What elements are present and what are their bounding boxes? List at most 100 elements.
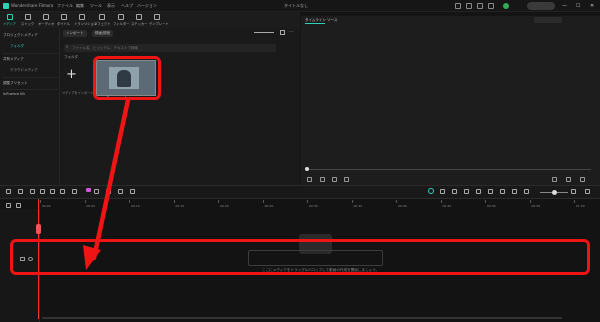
snapshot-icon[interactable] xyxy=(552,177,557,182)
search-icon: ⌕ xyxy=(66,45,69,50)
tool-template[interactable]: テンプレート xyxy=(149,13,169,28)
sidebar-item-influence-kit[interactable]: Influence Kit xyxy=(3,92,25,96)
tool-filter[interactable]: フィルター xyxy=(113,13,129,28)
tool-sticker[interactable]: ステッカー xyxy=(131,13,147,28)
next-frame-icon[interactable] xyxy=(332,177,337,182)
timeline-settings-icon[interactable] xyxy=(585,189,590,194)
login-button[interactable] xyxy=(527,2,555,10)
transition-icon xyxy=(78,14,85,20)
plus-icon[interactable]: + xyxy=(66,68,77,81)
minimize-button[interactable]: — xyxy=(562,0,567,12)
mixer-icon[interactable] xyxy=(500,189,505,194)
split-icon[interactable] xyxy=(60,189,65,194)
publish-icon[interactable] xyxy=(455,3,461,9)
tool-audio[interactable]: オーディオ xyxy=(38,13,54,28)
voiceover-icon[interactable] xyxy=(452,189,457,194)
ruler-tick-label: 01:00 xyxy=(576,204,585,208)
tab-source[interactable]: ソース xyxy=(327,18,337,23)
layout-icon[interactable] xyxy=(6,189,11,194)
search-input[interactable]: ファイル名、ビジュアル、テキストで検索 xyxy=(64,44,276,52)
filter-icon xyxy=(117,14,124,20)
sidebar-item-shared-media[interactable]: 共有メディア xyxy=(3,57,24,62)
menu-version[interactable]: バージョン xyxy=(137,0,157,12)
tool-title[interactable]: タイトル xyxy=(56,13,71,28)
speed-icon[interactable] xyxy=(106,189,111,194)
tool-effect[interactable]: エフェクト xyxy=(94,13,110,28)
preview-progress-bar[interactable] xyxy=(307,169,591,170)
render-icon[interactable] xyxy=(428,188,434,194)
import-button[interactable]: インポート xyxy=(63,30,87,37)
ruler-tick-mark xyxy=(529,200,531,203)
progress-knob[interactable] xyxy=(305,167,309,171)
close-button[interactable]: ✕ xyxy=(590,0,594,12)
ruler-tick-mark xyxy=(351,200,353,203)
crop-icon[interactable] xyxy=(94,189,99,194)
play-icon[interactable] xyxy=(320,177,325,182)
undo-icon[interactable] xyxy=(30,189,35,194)
stock-icon xyxy=(24,14,31,20)
redo-icon[interactable] xyxy=(40,189,45,194)
prev-frame-icon[interactable] xyxy=(307,177,312,182)
delete-icon[interactable] xyxy=(50,189,55,194)
add-track-icon[interactable] xyxy=(6,203,11,208)
slider-icon[interactable] xyxy=(254,32,274,33)
timeline-scrollbar[interactable] xyxy=(42,317,562,319)
ruler-tick-mark xyxy=(218,200,219,203)
sidebar-item-cloud-media[interactable]: クラウドメディア xyxy=(10,68,38,73)
ruler-tick-mark xyxy=(173,200,175,203)
download-icon[interactable] xyxy=(477,3,483,9)
menu-help[interactable]: ヘルプ xyxy=(121,0,133,12)
zoom-in-icon[interactable] xyxy=(571,189,576,194)
zoom-slider-knob[interactable] xyxy=(552,190,557,195)
pip-icon[interactable] xyxy=(512,189,517,194)
color-icon[interactable] xyxy=(118,189,123,194)
more-icon[interactable]: ⋯ xyxy=(289,30,294,35)
timeline-ruler[interactable] xyxy=(40,200,600,209)
ruler-tick-label: 00:50 xyxy=(487,204,496,208)
ruler-tick-mark xyxy=(307,200,308,203)
select-icon[interactable] xyxy=(18,189,23,194)
filter-icon[interactable] xyxy=(280,30,285,35)
folder-label: フォルダ xyxy=(64,55,78,59)
tool-transition[interactable]: トランジション xyxy=(74,13,97,28)
link-icon[interactable] xyxy=(16,203,21,208)
fullscreen-icon[interactable] xyxy=(580,177,585,182)
media-sidebar xyxy=(0,28,60,185)
maximize-button[interactable]: ☐ xyxy=(576,0,580,12)
feedback-icon[interactable] xyxy=(466,3,472,9)
tool-stock[interactable]: ストック xyxy=(20,13,35,28)
subtitle-icon[interactable] xyxy=(488,189,493,194)
message-icon[interactable] xyxy=(488,3,494,9)
volume-icon[interactable] xyxy=(566,177,571,182)
text-icon[interactable] xyxy=(72,189,77,194)
filmora-logo-icon xyxy=(3,3,9,9)
menu-edit[interactable]: 編集 xyxy=(76,0,84,12)
menu-tools[interactable]: ツール xyxy=(90,0,102,12)
playhead-handle[interactable] xyxy=(36,224,41,234)
ruler-tick-mark xyxy=(485,200,486,203)
audio-edit-icon[interactable] xyxy=(130,189,135,194)
ruler-tick-label: 00:40 xyxy=(398,204,407,208)
ruler-tick-mark xyxy=(40,200,41,203)
sidebar-item-project-media[interactable]: プロジェクトメディア xyxy=(3,33,38,38)
divider xyxy=(2,53,58,54)
menu-view[interactable]: 表示 xyxy=(107,0,115,12)
zoom-out-icon[interactable] xyxy=(524,189,529,194)
ruler-tick-mark xyxy=(396,200,397,203)
tool-media[interactable]: メディア xyxy=(2,13,17,28)
record-button[interactable]: 録画/録音 xyxy=(92,30,114,37)
marker-icon[interactable] xyxy=(440,189,445,194)
sidebar-item-adjust-presets[interactable]: 調整プリセット xyxy=(3,81,28,86)
snap-icon[interactable] xyxy=(464,189,469,194)
media-icon xyxy=(6,14,13,20)
divider xyxy=(2,89,58,90)
sidebar-item-folder[interactable]: フォルダ xyxy=(10,44,24,49)
mic-icon[interactable] xyxy=(476,189,481,194)
menu-file[interactable]: ファイル xyxy=(57,0,73,12)
avatar[interactable] xyxy=(503,3,509,9)
stop-icon[interactable] xyxy=(344,177,349,182)
quality-dropdown[interactable] xyxy=(534,17,562,23)
title-bar: Wondershare Filmora ファイル 編集 ツール 表示 ヘルプ バ… xyxy=(0,0,600,12)
ruler-tick-label: 00:05 xyxy=(86,204,96,208)
template-icon xyxy=(153,14,160,20)
